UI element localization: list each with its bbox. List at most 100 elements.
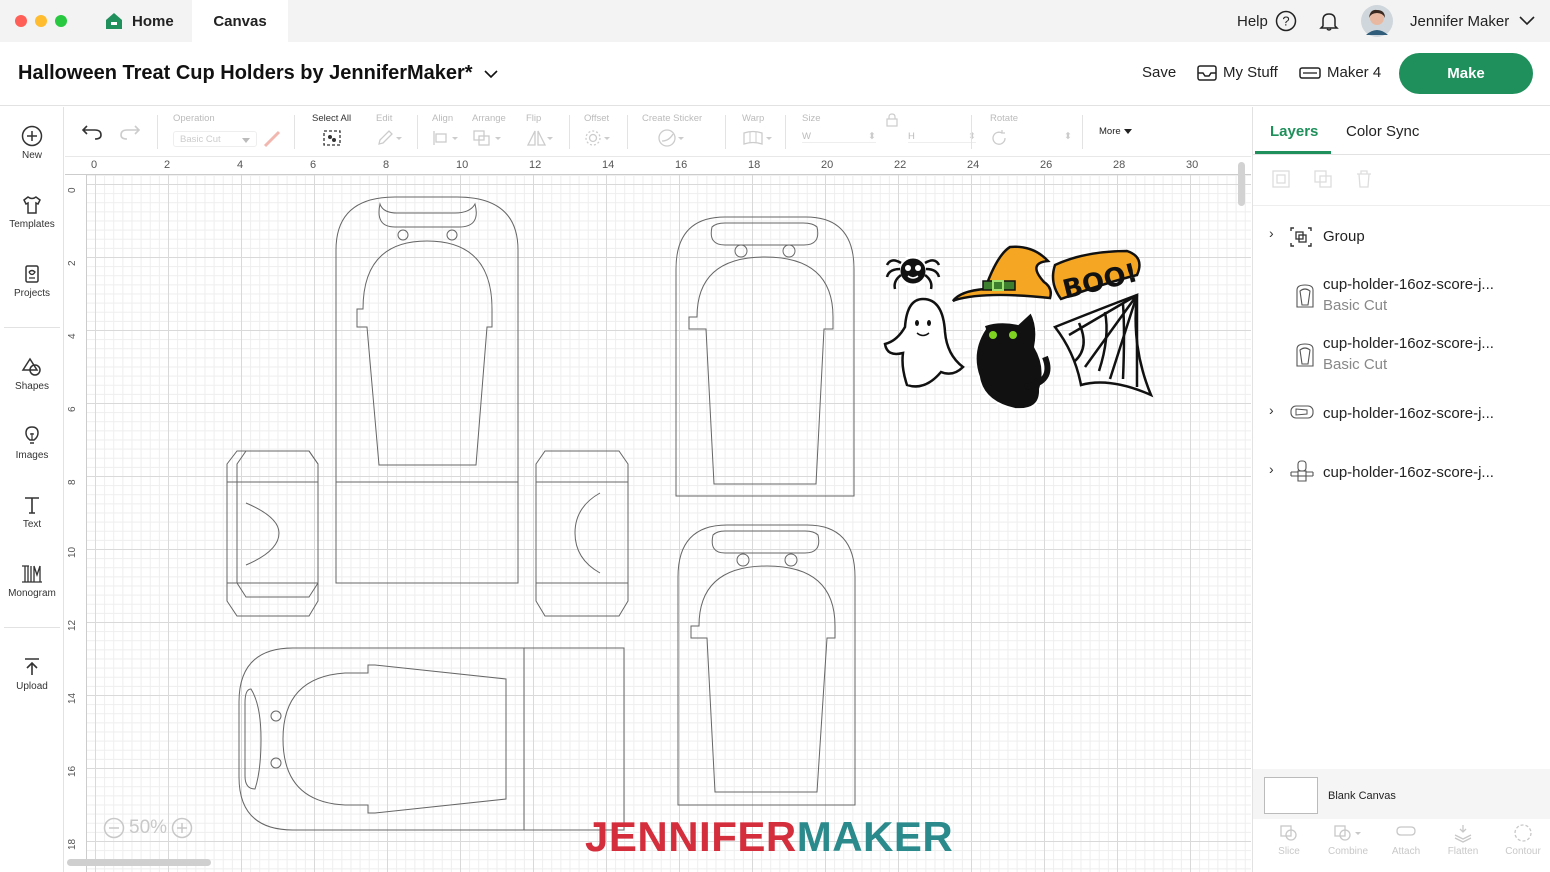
chevron-right-icon[interactable]: › <box>1269 225 1274 241</box>
group-action-icon[interactable] <box>1271 169 1291 189</box>
warp-control[interactable]: Warp <box>742 113 774 150</box>
tab-canvas[interactable]: Canvas <box>192 0 288 42</box>
sidebar-item-projects[interactable]: Projects <box>0 263 64 299</box>
more-button[interactable]: More <box>1099 126 1132 137</box>
user-menu[interactable]: Jennifer Maker <box>1361 0 1535 42</box>
watermark-part2: MAKER <box>796 813 954 860</box>
title-bar: Home Canvas Help ? Jennifer Maker <box>0 0 1550 42</box>
pencil-icon <box>378 130 402 145</box>
height-input[interactable]: H ⬍ <box>908 131 976 143</box>
cup-holder-piece-a[interactable] <box>226 196 629 617</box>
trash-icon[interactable] <box>1354 169 1374 189</box>
contour-button[interactable]: Contour <box>1493 823 1550 857</box>
sidebar-item-upload[interactable]: Upload <box>0 656 64 692</box>
toolbar-divider <box>971 115 972 149</box>
toolbar-divider <box>627 115 628 149</box>
watermark-part1: JENNIFER <box>585 813 797 860</box>
tab-canvas-label: Canvas <box>213 12 267 30</box>
spiderweb-image[interactable] <box>1053 293 1154 398</box>
zoom-out-icon[interactable] <box>103 817 125 839</box>
notifications-button[interactable] <box>1318 0 1340 42</box>
sidebar-item-images[interactable]: Images <box>0 425 64 461</box>
flatten-button[interactable]: Flatten <box>1433 823 1493 857</box>
ghost-image[interactable] <box>883 297 965 388</box>
arrange-icon <box>473 130 501 146</box>
tab-home[interactable]: Home <box>92 0 192 42</box>
redo-icon[interactable] <box>119 124 141 140</box>
chevron-right-icon[interactable]: › <box>1269 402 1274 418</box>
size-control: Size W ⬍ H ⬍ <box>802 113 976 143</box>
flip-control[interactable]: Flip <box>526 113 556 150</box>
layer-name: cup-holder-16oz-score-j... <box>1323 405 1494 422</box>
undo-icon[interactable] <box>81 124 103 140</box>
attach-label: Attach <box>1391 846 1421 857</box>
svg-text:?: ? <box>1282 14 1289 29</box>
vertical-scrollbar[interactable] <box>1238 162 1245 206</box>
select-all-button[interactable]: Select All <box>312 113 351 150</box>
combine-button[interactable]: Combine <box>1318 823 1378 857</box>
rotate-input[interactable]: ⬍ <box>990 129 1072 147</box>
select-all-icon <box>322 130 341 146</box>
operation-select[interactable]: Basic Cut <box>173 131 257 147</box>
sidebar-item-monogram[interactable]: Monogram <box>0 563 64 599</box>
duplicate-icon[interactable] <box>1313 169 1333 189</box>
active-tab-indicator <box>1255 151 1331 154</box>
zoom-in-icon[interactable] <box>171 817 193 839</box>
cup-holder-piece-d[interactable] <box>238 647 625 831</box>
offset-control[interactable]: Offset <box>584 113 614 150</box>
sidebar-item-shapes[interactable]: Shapes <box>0 356 64 392</box>
my-stuff-button[interactable]: My Stuff <box>1197 64 1278 81</box>
cup-holder-designs[interactable]: BOO! <box>65 157 1251 872</box>
height-label: H <box>908 131 915 142</box>
canvas-color-swatch[interactable] <box>1264 777 1318 814</box>
horizontal-scrollbar[interactable] <box>67 859 211 866</box>
contour-label: Contour <box>1505 846 1541 857</box>
maximize-window-button[interactable] <box>55 15 67 27</box>
save-button[interactable]: Save <box>1142 64 1176 81</box>
home-icon <box>106 13 122 29</box>
sidebar-item-label: Templates <box>9 219 55 230</box>
design-canvas[interactable]: 0 2 4 6 8 10 12 14 16 18 20 22 24 26 28 30 0 2 4 6 8 10 12 14 1… <box>65 157 1251 872</box>
arrange-label: Arrange <box>472 113 506 124</box>
close-window-button[interactable] <box>15 15 27 27</box>
machine-button[interactable]: Maker 4 <box>1299 64 1381 81</box>
width-input[interactable]: W ⬍ <box>802 131 876 143</box>
chevron-down-icon <box>484 70 498 79</box>
sidebar-item-new[interactable]: New <box>0 125 64 161</box>
make-label: Make <box>1447 65 1485 82</box>
slice-button[interactable]: Slice <box>1259 823 1319 857</box>
edit-control[interactable]: Edit <box>376 113 404 150</box>
flip-icon <box>526 130 553 146</box>
panel-divider <box>1253 205 1550 206</box>
slice-icon <box>1280 825 1297 841</box>
flatten-label: Flatten <box>1447 846 1479 857</box>
tab-home-label: Home <box>132 12 174 30</box>
sidebar-item-text[interactable]: Text <box>0 494 64 530</box>
chevron-right-icon[interactable]: › <box>1269 461 1274 477</box>
attach-button[interactable]: Attach <box>1376 823 1436 857</box>
contour-icon <box>1514 824 1532 842</box>
lock-icon[interactable] <box>886 113 898 127</box>
make-button[interactable]: Make <box>1399 53 1533 94</box>
tab-layers[interactable]: Layers <box>1270 123 1318 140</box>
align-control[interactable]: Align <box>432 113 460 150</box>
tab-color-sync[interactable]: Color Sync <box>1346 123 1419 140</box>
create-sticker-control[interactable]: Create Sticker <box>642 113 702 150</box>
arrange-control[interactable]: Arrange <box>472 113 506 150</box>
sidebar-item-templates[interactable]: Templates <box>0 194 64 230</box>
project-title-button[interactable]: Halloween Treat Cup Holders by JenniferM… <box>18 62 498 85</box>
color-slash-icon[interactable] <box>263 130 281 148</box>
halloween-decorations[interactable]: BOO! <box>883 245 1154 411</box>
width-label: W <box>802 131 811 142</box>
cup-holder-piece-b[interactable] <box>675 216 855 497</box>
blank-canvas-row[interactable]: Blank Canvas <box>1253 769 1550 819</box>
paperclip-icon <box>1396 826 1416 836</box>
minimize-window-button[interactable] <box>35 15 47 27</box>
witch-hat-image[interactable] <box>951 245 1052 303</box>
cup-holder-piece-c[interactable] <box>677 524 856 806</box>
black-cat-image[interactable] <box>974 306 1051 411</box>
spider-image[interactable] <box>885 255 941 290</box>
select-all-label: Select All <box>312 113 352 124</box>
help-button[interactable]: Help ? <box>1237 0 1297 42</box>
zoom-level: 50% <box>129 817 168 838</box>
